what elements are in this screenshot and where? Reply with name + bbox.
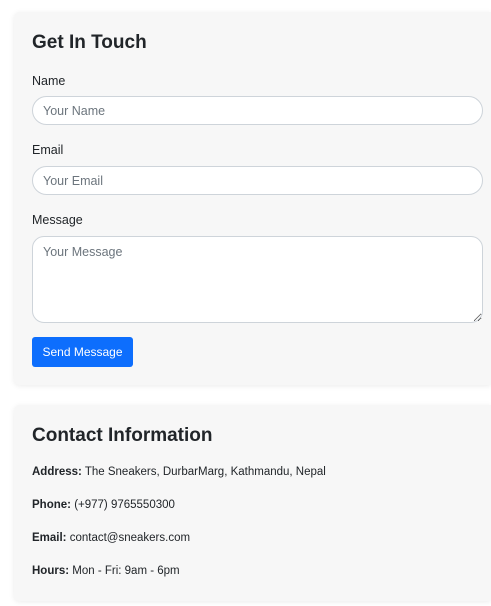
phone-label: Phone: [32, 499, 71, 511]
email-line: Email: contact@sneakers.com [32, 532, 190, 544]
send-message-button[interactable]: Send Message [32, 337, 133, 367]
contact-information-title: Contact Information [32, 425, 213, 446]
hours-line: Hours: Mon - Fri: 9am - 6pm [32, 565, 180, 577]
email-input[interactable] [32, 166, 483, 195]
email-value: contact@sneakers.com [69, 532, 191, 544]
message-label: Message [32, 213, 83, 227]
address-line: Address: The Sneakers, DurbarMarg, Kathm… [32, 466, 326, 478]
hours-label: Hours: [32, 565, 70, 577]
email-info-label: Email: [32, 532, 67, 544]
message-textarea[interactable] [32, 236, 483, 323]
phone-line: Phone: (+977) 9765550300 [32, 499, 175, 511]
email-label: Email [32, 143, 64, 157]
hours-value: Mon - Fri: 9am - 6pm [72, 565, 180, 577]
name-input[interactable] [32, 96, 483, 125]
name-label: Name [32, 74, 66, 88]
address-label: Address: [32, 466, 82, 478]
contact-form-title: Get In Touch [32, 32, 147, 53]
contact-form-card: Get In Touch Name Email Message Send Mes… [14, 12, 491, 385]
contact-information-card: Contact Information Address: The Sneaker… [14, 405, 491, 601]
phone-value: (+977) 9765550300 [74, 499, 175, 511]
address-value: The Sneakers, DurbarMarg, Kathmandu, Nep… [84, 466, 326, 478]
